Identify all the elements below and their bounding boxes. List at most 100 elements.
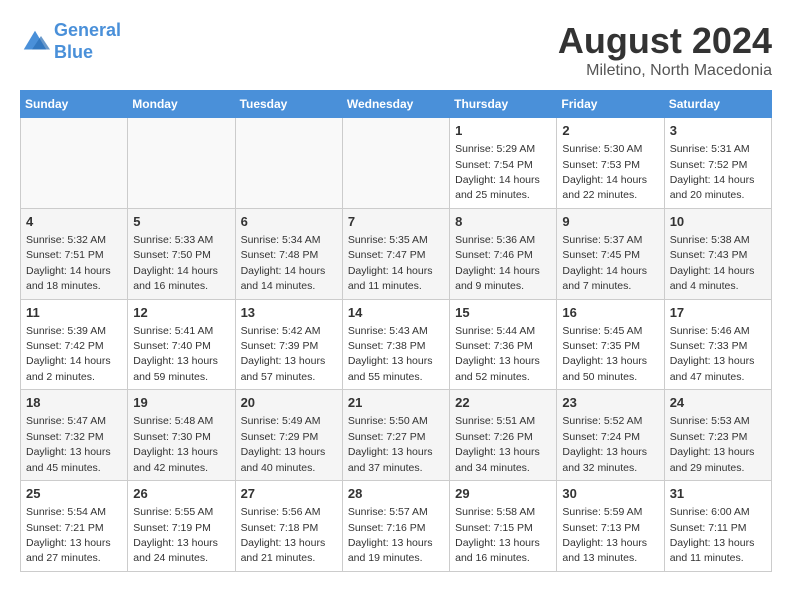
day-number: 19 xyxy=(133,394,229,412)
logo-line1: General xyxy=(54,20,121,40)
day-info: Sunrise: 5:42 AM Sunset: 7:39 PM Dayligh… xyxy=(241,325,326,383)
calendar-cell: 18 Sunrise: 5:47 AM Sunset: 7:32 PM Dayli… xyxy=(21,390,128,481)
day-number: 9 xyxy=(562,213,658,231)
day-info: Sunrise: 5:33 AM Sunset: 7:50 PM Dayligh… xyxy=(133,234,218,292)
day-info: Sunrise: 5:41 AM Sunset: 7:40 PM Dayligh… xyxy=(133,325,218,383)
day-number: 12 xyxy=(133,304,229,322)
calendar-cell: 28 Sunrise: 5:57 AM Sunset: 7:16 PM Dayli… xyxy=(342,481,449,572)
day-info: Sunrise: 5:50 AM Sunset: 7:27 PM Dayligh… xyxy=(348,415,433,473)
day-number: 1 xyxy=(455,122,551,140)
day-info: Sunrise: 5:46 AM Sunset: 7:33 PM Dayligh… xyxy=(670,325,755,383)
title-block: August 2024 Miletino, North Macedonia xyxy=(558,20,772,80)
day-info: Sunrise: 5:36 AM Sunset: 7:46 PM Dayligh… xyxy=(455,234,540,292)
calendar-cell: 20 Sunrise: 5:49 AM Sunset: 7:29 PM Dayli… xyxy=(235,390,342,481)
calendar-cell: 29 Sunrise: 5:58 AM Sunset: 7:15 PM Dayli… xyxy=(450,481,557,572)
calendar-cell: 27 Sunrise: 5:56 AM Sunset: 7:18 PM Dayli… xyxy=(235,481,342,572)
day-header-wednesday: Wednesday xyxy=(342,91,449,118)
week-row-1: 1Sunrise: 5:29 AM Sunset: 7:54 PM Daylig… xyxy=(21,118,772,209)
day-number: 6 xyxy=(241,213,337,231)
header-row: SundayMondayTuesdayWednesdayThursdayFrid… xyxy=(21,91,772,118)
day-number: 8 xyxy=(455,213,551,231)
calendar-cell: 2 Sunrise: 5:30 AM Sunset: 7:53 PM Daylig… xyxy=(557,118,664,209)
day-info: Sunrise: 5:52 AM Sunset: 7:24 PM Dayligh… xyxy=(562,415,647,473)
day-header-tuesday: Tuesday xyxy=(235,91,342,118)
calendar-cell: 30Sunrise: 5:59 AM Sunset: 7:13 PM Dayli… xyxy=(557,481,664,572)
calendar-cell: 19 Sunrise: 5:48 AM Sunset: 7:30 PM Dayli… xyxy=(128,390,235,481)
day-number: 2 xyxy=(562,122,658,140)
day-number: 27 xyxy=(241,485,337,503)
day-number: 22 xyxy=(455,394,551,412)
calendar-cell: 25Sunrise: 5:54 AM Sunset: 7:21 PM Dayli… xyxy=(21,481,128,572)
logo-line2: Blue xyxy=(54,42,93,62)
calendar-cell: 7Sunrise: 5:35 AM Sunset: 7:47 PM Daylig… xyxy=(342,208,449,299)
calendar-cell: 12 Sunrise: 5:41 AM Sunset: 7:40 PM Dayli… xyxy=(128,299,235,390)
day-header-friday: Friday xyxy=(557,91,664,118)
calendar-cell xyxy=(21,118,128,209)
main-title: August 2024 xyxy=(558,20,772,62)
calendar-cell xyxy=(235,118,342,209)
day-info: Sunrise: 5:47 AM Sunset: 7:32 PM Dayligh… xyxy=(26,415,111,473)
calendar-cell: 5Sunrise: 5:33 AM Sunset: 7:50 PM Daylig… xyxy=(128,208,235,299)
calendar-cell xyxy=(342,118,449,209)
day-number: 11 xyxy=(26,304,122,322)
calendar-cell: 3 Sunrise: 5:31 AM Sunset: 7:52 PM Daylig… xyxy=(664,118,771,209)
logo-text: General Blue xyxy=(54,20,121,63)
week-row-4: 18 Sunrise: 5:47 AM Sunset: 7:32 PM Dayli… xyxy=(21,390,772,481)
calendar-cell xyxy=(128,118,235,209)
day-header-monday: Monday xyxy=(128,91,235,118)
day-info: Sunrise: 5:30 AM Sunset: 7:53 PM Dayligh… xyxy=(562,143,647,201)
day-info: Sunrise: 5:58 AM Sunset: 7:15 PM Dayligh… xyxy=(455,506,540,564)
day-number: 29 xyxy=(455,485,551,503)
day-number: 25 xyxy=(26,485,122,503)
calendar-cell: 31Sunrise: 6:00 AM Sunset: 7:11 PM Dayli… xyxy=(664,481,771,572)
day-number: 7 xyxy=(348,213,444,231)
day-number: 13 xyxy=(241,304,337,322)
day-number: 10 xyxy=(670,213,766,231)
day-number: 17 xyxy=(670,304,766,322)
day-number: 4 xyxy=(26,213,122,231)
day-number: 26 xyxy=(133,485,229,503)
day-info: Sunrise: 5:48 AM Sunset: 7:30 PM Dayligh… xyxy=(133,415,218,473)
calendar-cell: 1Sunrise: 5:29 AM Sunset: 7:54 PM Daylig… xyxy=(450,118,557,209)
week-row-2: 4Sunrise: 5:32 AM Sunset: 7:51 PM Daylig… xyxy=(21,208,772,299)
day-header-sunday: Sunday xyxy=(21,91,128,118)
day-number: 3 xyxy=(670,122,766,140)
day-info: Sunrise: 5:39 AM Sunset: 7:42 PM Dayligh… xyxy=(26,325,111,383)
day-info: Sunrise: 5:59 AM Sunset: 7:13 PM Dayligh… xyxy=(562,506,647,564)
day-number: 21 xyxy=(348,394,444,412)
day-info: Sunrise: 5:31 AM Sunset: 7:52 PM Dayligh… xyxy=(670,143,755,201)
day-number: 18 xyxy=(26,394,122,412)
day-number: 31 xyxy=(670,485,766,503)
day-info: Sunrise: 5:53 AM Sunset: 7:23 PM Dayligh… xyxy=(670,415,755,473)
day-info: Sunrise: 5:38 AM Sunset: 7:43 PM Dayligh… xyxy=(670,234,755,292)
day-info: Sunrise: 5:44 AM Sunset: 7:36 PM Dayligh… xyxy=(455,325,540,383)
calendar-cell: 11 Sunrise: 5:39 AM Sunset: 7:42 PM Dayli… xyxy=(21,299,128,390)
logo: General Blue xyxy=(20,20,121,63)
calendar-cell: 24 Sunrise: 5:53 AM Sunset: 7:23 PM Dayli… xyxy=(664,390,771,481)
day-info: Sunrise: 5:57 AM Sunset: 7:16 PM Dayligh… xyxy=(348,506,433,564)
day-header-saturday: Saturday xyxy=(664,91,771,118)
calendar-cell: 15Sunrise: 5:44 AM Sunset: 7:36 PM Dayli… xyxy=(450,299,557,390)
day-number: 24 xyxy=(670,394,766,412)
day-number: 28 xyxy=(348,485,444,503)
day-info: Sunrise: 5:34 AM Sunset: 7:48 PM Dayligh… xyxy=(241,234,326,292)
day-info: Sunrise: 5:49 AM Sunset: 7:29 PM Dayligh… xyxy=(241,415,326,473)
calendar-cell: 10 Sunrise: 5:38 AM Sunset: 7:43 PM Dayli… xyxy=(664,208,771,299)
day-info: Sunrise: 5:55 AM Sunset: 7:19 PM Dayligh… xyxy=(133,506,218,564)
day-number: 16 xyxy=(562,304,658,322)
subtitle: Miletino, North Macedonia xyxy=(558,62,772,80)
day-info: Sunrise: 5:43 AM Sunset: 7:38 PM Dayligh… xyxy=(348,325,433,383)
calendar-cell: 22Sunrise: 5:51 AM Sunset: 7:26 PM Dayli… xyxy=(450,390,557,481)
day-header-thursday: Thursday xyxy=(450,91,557,118)
calendar-cell: 14Sunrise: 5:43 AM Sunset: 7:38 PM Dayli… xyxy=(342,299,449,390)
logo-icon xyxy=(20,27,50,57)
day-number: 20 xyxy=(241,394,337,412)
calendar-cell: 16Sunrise: 5:45 AM Sunset: 7:35 PM Dayli… xyxy=(557,299,664,390)
page-header: General Blue August 2024 Miletino, North… xyxy=(20,20,772,80)
calendar-cell: 17 Sunrise: 5:46 AM Sunset: 7:33 PM Dayli… xyxy=(664,299,771,390)
calendar-cell: 6 Sunrise: 5:34 AM Sunset: 7:48 PM Daylig… xyxy=(235,208,342,299)
calendar-cell: 23 Sunrise: 5:52 AM Sunset: 7:24 PM Dayli… xyxy=(557,390,664,481)
day-info: Sunrise: 5:56 AM Sunset: 7:18 PM Dayligh… xyxy=(241,506,326,564)
day-number: 23 xyxy=(562,394,658,412)
day-info: Sunrise: 5:37 AM Sunset: 7:45 PM Dayligh… xyxy=(562,234,647,292)
